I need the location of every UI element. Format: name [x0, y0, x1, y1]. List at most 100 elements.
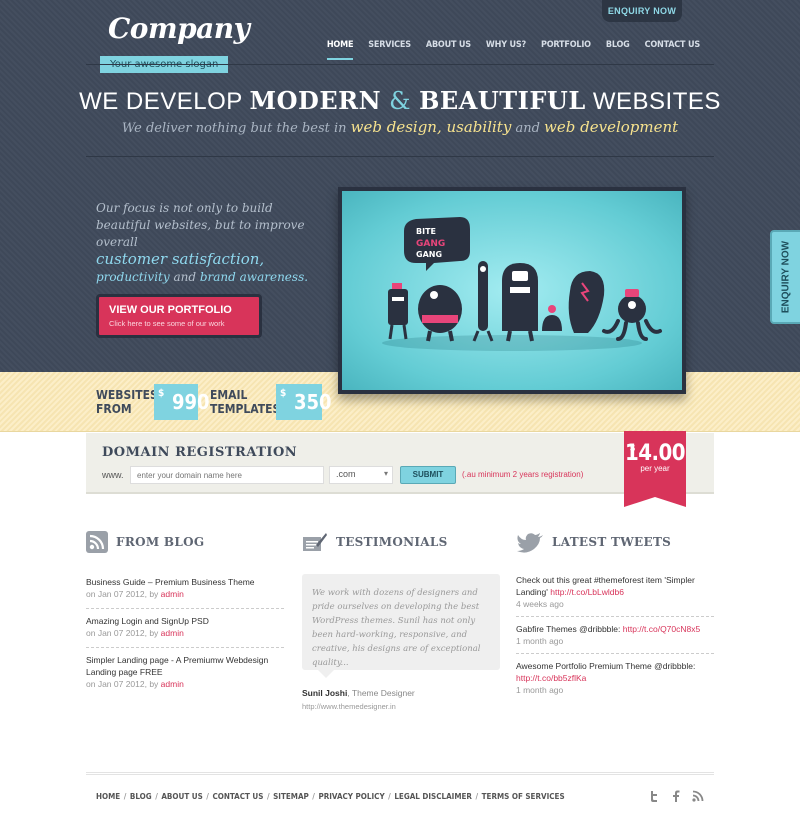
footer-link-contact-us[interactable]: CONTACT US: [212, 792, 263, 801]
tweets-title: LATEST TWEETS: [552, 535, 672, 549]
blog-post-date: on Jan 07 2012, by: [86, 628, 161, 638]
footer-link-legal-disclaimer[interactable]: LEGAL DISCLAIMER: [394, 792, 472, 801]
footer-separator: /: [385, 792, 394, 801]
email-templates-label: EMAIL TEMPLATES: [210, 388, 280, 416]
focus-productivity: productivity: [96, 270, 170, 284]
facebook-icon[interactable]: [672, 789, 680, 807]
subhead-and: and: [511, 121, 545, 136]
blog-title: FROM BLOG: [116, 535, 205, 549]
testimonial-author: Sunil Joshi: [302, 688, 348, 698]
testimonials-column: TESTIMONIALS We work with dozens of desi…: [302, 530, 500, 711]
blog-post-title[interactable]: Amazing Login and SignUp PSD: [86, 615, 284, 627]
footer-link-sitemap[interactable]: SITEMAP: [273, 792, 309, 801]
twitter-bird-icon: [516, 531, 544, 553]
logo[interactable]: Company: [108, 12, 250, 45]
nav-blog[interactable]: BLOG: [606, 40, 630, 60]
view-portfolio-sublabel: Click here to see some of our work: [109, 319, 225, 328]
headline-amp: &: [381, 87, 420, 115]
subhead-highlight-2: web development: [544, 118, 679, 136]
headline-modern: MODERN: [249, 86, 382, 115]
tweets-column: LATEST TWEETS Check out this great #them…: [516, 530, 714, 702]
blog-post-title[interactable]: Business Guide – Premium Business Theme: [86, 576, 284, 588]
websites-price-badge: $990: [154, 384, 210, 420]
monster-characters: BITE GANG GANG: [382, 217, 662, 351]
blog-post[interactable]: Simpler Landing page - A Premiumw Webdes…: [86, 648, 284, 698]
blog-post-author[interactable]: admin: [161, 589, 184, 599]
email-price-currency: $: [280, 388, 287, 399]
subheadline: We deliver nothing but the best in web d…: [0, 118, 800, 136]
footer-separator: /: [264, 792, 273, 801]
view-portfolio-button[interactable]: VIEW OUR PORTFOLIO Click here to see som…: [96, 294, 262, 338]
blog-column: FROM BLOG Business Guide – Premium Busin…: [86, 530, 284, 698]
tld-select[interactable]: .com: [329, 466, 393, 484]
headline-text: WE DEVELOP: [79, 88, 250, 115]
social-links: [648, 789, 704, 807]
focus-intro: Our focus is not only to build beautiful…: [96, 201, 305, 249]
nav-services[interactable]: SERVICES: [368, 40, 411, 60]
tweet-link[interactable]: http://t.co/bb5zflKa: [516, 673, 586, 683]
testimonials-title: TESTIMONIALS: [336, 535, 448, 549]
nav-portfolio[interactable]: PORTFOLIO: [541, 40, 591, 60]
headline-beautiful: BEAUTIFUL: [419, 86, 586, 115]
websites-price-amount: 990: [172, 390, 210, 414]
tweet-link[interactable]: http://t.co/Q70cN8x5: [623, 624, 700, 634]
sign-bite: BITE: [416, 227, 436, 236]
focus-brand-awareness: brand awareness.: [199, 270, 309, 284]
blog-heading: FROM BLOG: [86, 530, 284, 554]
tweet-time: 1 month ago: [516, 636, 564, 646]
twitter-icon[interactable]: [648, 789, 660, 807]
headline: WE DEVELOP MODERN & BEAUTIFUL WEBSITES: [0, 86, 800, 116]
domain-registration-panel: DOMAIN REGISTRATION www. .com SUBMIT (.a…: [86, 431, 714, 507]
rss-icon[interactable]: [692, 789, 704, 807]
websites-label-line1: WEBSITES: [96, 388, 158, 402]
focus-text: Our focus is not only to build beautiful…: [96, 200, 326, 286]
subhead-text: We deliver nothing but the best in: [121, 121, 351, 136]
nav-about-us[interactable]: ABOUT US: [426, 40, 471, 60]
footer-separator: /: [121, 792, 129, 801]
tweet: Gabfire Themes @dribbble: http://t.co/Q7…: [516, 617, 714, 654]
blog-post-author[interactable]: admin: [161, 628, 184, 638]
au-registration-note: (.au minimum 2 years registration): [462, 470, 584, 479]
testimonial-url[interactable]: http://www.themedesigner.in: [302, 702, 500, 711]
subhead-highlight-1: web design, usability: [350, 118, 512, 136]
nav-why-us[interactable]: WHY US?: [486, 40, 526, 60]
blog-post[interactable]: Business Guide – Premium Business Theme o…: [86, 570, 284, 609]
footer-link-terms-of-services[interactable]: TERMS OF SERVICES: [482, 792, 565, 801]
nav-contact-us[interactable]: CONTACT US: [645, 40, 701, 60]
domain-price-badge: $ 14.00 per year: [624, 431, 686, 507]
hero-divider: [86, 156, 714, 157]
domain-name-input[interactable]: [130, 466, 324, 484]
footer-link-home[interactable]: HOME: [96, 792, 120, 801]
tweet: Check out this great #themeforest item '…: [516, 568, 714, 617]
monsters-illustration: BITE GANG GANG: [342, 191, 682, 390]
footer-link-about-us[interactable]: ABOUT US: [161, 792, 202, 801]
footer-divider: [86, 772, 714, 775]
nav-home[interactable]: HOME: [326, 40, 353, 60]
footer-separator: /: [152, 792, 161, 801]
websites-label: WEBSITES FROM: [96, 388, 158, 416]
enquiry-now-tab[interactable]: ENQUIRY NOW: [602, 0, 682, 22]
sign-gang-2: GANG: [416, 250, 442, 259]
testimonial-quote: We work with dozens of designers and pri…: [302, 574, 500, 678]
footer-links: HOME / BLOG / ABOUT US / CONTACT US / SI…: [96, 792, 565, 801]
enquiry-now-side-tab[interactable]: ENQUIRY NOW: [770, 230, 800, 324]
blog-post-author[interactable]: admin: [161, 679, 184, 689]
www-prefix: www.: [102, 470, 124, 480]
footer-link-privacy-policy[interactable]: PRIVACY POLICY: [318, 792, 384, 801]
quill-icon: [302, 531, 328, 553]
tweet-link[interactable]: http://t.co/LbLwldb6: [550, 587, 624, 597]
email-price-amount: 350: [294, 390, 332, 414]
sign-gang: GANG: [416, 239, 445, 249]
email-label-line1: EMAIL: [210, 388, 248, 402]
blog-post[interactable]: Amazing Login and SignUp PSD on Jan 07 20…: [86, 609, 284, 648]
domain-submit-button[interactable]: SUBMIT: [400, 466, 456, 484]
tweet-text: Awesome Portfolio Premium Theme @dribbbl…: [516, 661, 696, 671]
tweet-time: 4 weeks ago: [516, 599, 564, 609]
tld-selected-value: .com: [336, 469, 356, 479]
testimonials-heading: TESTIMONIALS: [302, 530, 500, 554]
tweet-text: Gabfire Themes @dribbble:: [516, 624, 623, 634]
footer-link-blog[interactable]: BLOG: [130, 792, 152, 801]
focus-and: and: [169, 270, 200, 284]
enquiry-side-label: ENQUIRY NOW: [780, 240, 792, 314]
blog-post-title[interactable]: Simpler Landing page - A Premiumw Webdes…: [86, 654, 284, 678]
